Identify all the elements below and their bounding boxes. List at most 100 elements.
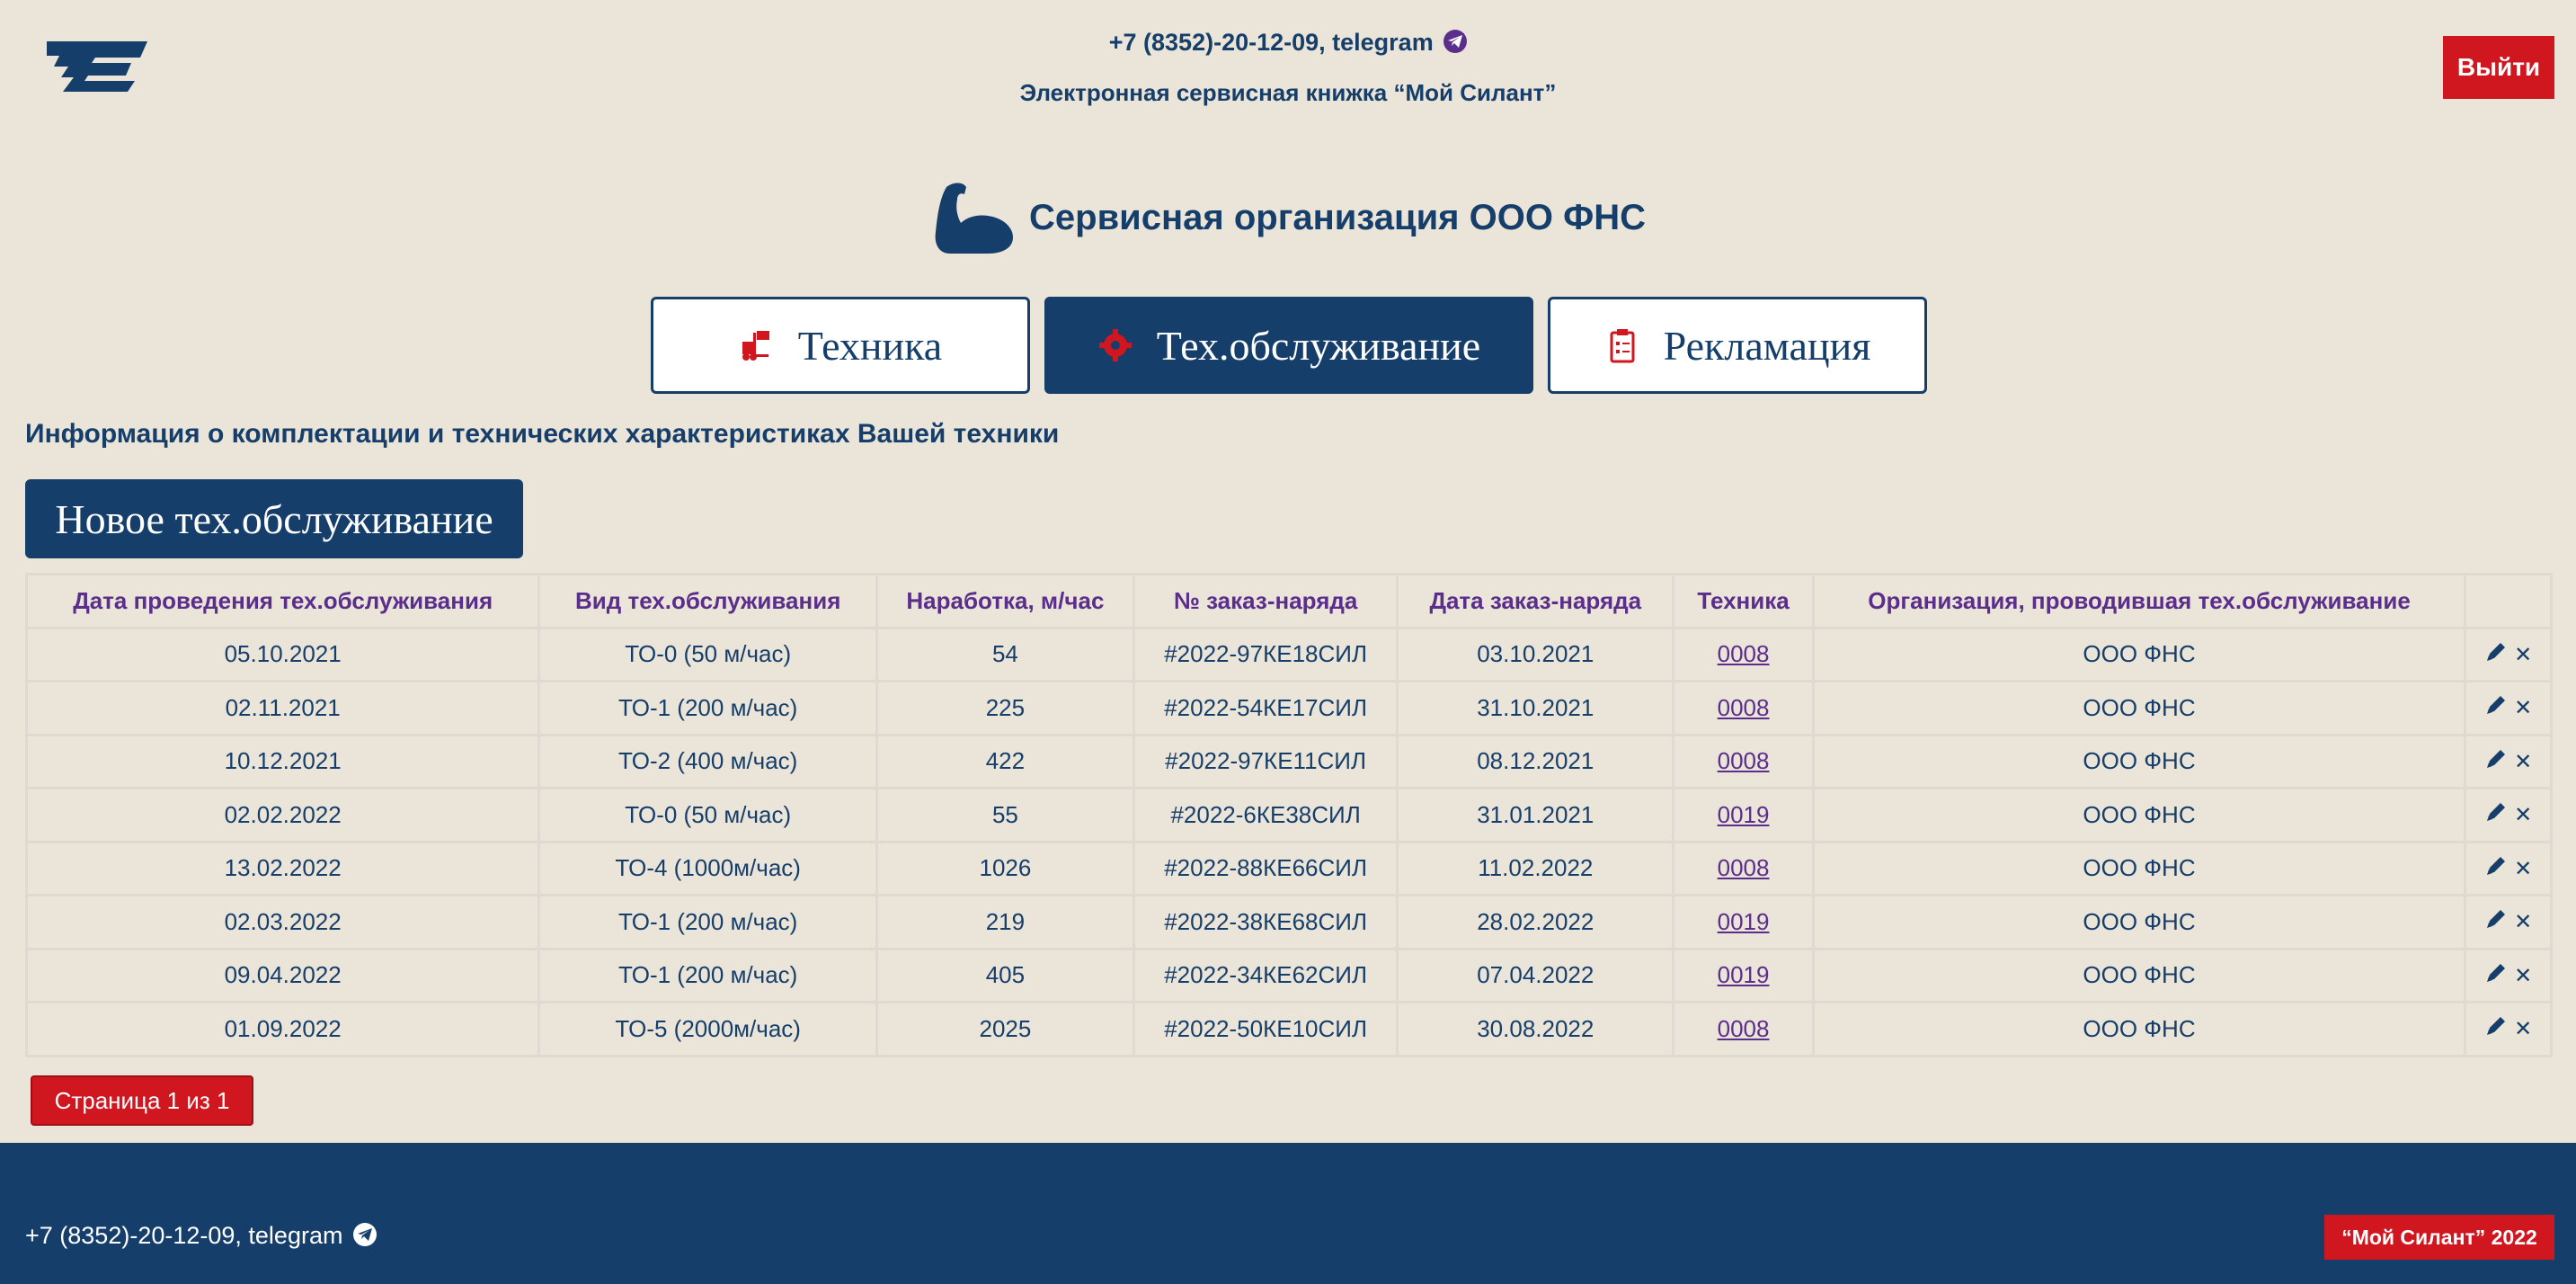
table-cell: ТО-1 (200 м/час) (537, 894, 879, 950)
logout-button[interactable]: Выйти (2443, 36, 2554, 99)
table-cell: ООО ФНС (1811, 733, 2467, 789)
table-row[interactable]: 02.11.2021 ТО-1 (200 м/час) 225 #2022-54КЕ1… (24, 680, 2553, 736)
table-cell: ТО-0 (50 м/час) (537, 787, 879, 843)
column-header[interactable]: Дата заказ-наряда (1396, 573, 1675, 629)
org-title-text: Сервисная организация ООО ФНС (1029, 197, 1646, 237)
table-row[interactable]: 05.10.2021 ТО-0 (50 м/час) 54 #2022-97КЕ18С… (24, 626, 2553, 682)
header-contacts: +7 (8352)-20-12-09, telegram (0, 29, 2576, 57)
machine-cell: 0008 (1672, 680, 1815, 736)
pencil-icon[interactable] (2484, 800, 2508, 830)
table-cell: 405 (875, 947, 1135, 1003)
table-row[interactable]: 02.02.2022 ТО-0 (50 м/час) 55 #2022-6КЕ38СИ… (24, 787, 2553, 843)
tab-maintenance[interactable]: Тех.обслуживание (1044, 297, 1533, 394)
tab-label: Рекламация (1663, 322, 1871, 369)
machine-link[interactable]: 0019 (1718, 961, 1770, 988)
table-cell: ООО ФНС (1811, 947, 2467, 1003)
telegram-icon[interactable] (1443, 30, 1468, 53)
tab-technika[interactable]: Техника (651, 297, 1030, 394)
org-title: Сервисная организация ООО ФНС (0, 180, 2576, 255)
delete-icon[interactable]: ✕ (2514, 695, 2532, 721)
column-header[interactable]: Наработка, м/час (875, 573, 1135, 629)
table-cell: #2022-6КЕ38СИЛ (1132, 787, 1399, 843)
actions-cell: ✕ (2464, 680, 2553, 736)
table-cell: ТО-4 (1000м/час) (537, 840, 879, 896)
column-header[interactable]: Организация, проводившая тех.обслуживани… (1811, 573, 2467, 629)
machine-link[interactable]: 0008 (1718, 747, 1770, 774)
header-contacts-text: +7 (8352)-20-12-09, telegram (1108, 29, 1434, 56)
table-row[interactable]: 02.03.2022 ТО-1 (200 м/час) 219 #2022-38КЕ6… (24, 894, 2553, 950)
table-cell: 13.02.2022 (24, 840, 541, 896)
app-subtitle: Электронная сервисная книжка “Мой Силант… (1019, 79, 1557, 106)
pencil-icon[interactable] (2484, 640, 2508, 670)
footer-contacts: +7 (8352)-20-12-09, telegram (25, 1222, 377, 1250)
delete-icon[interactable]: ✕ (2514, 1016, 2532, 1042)
table-cell: 02.03.2022 (24, 894, 541, 950)
table-cell: 225 (875, 680, 1135, 736)
delete-icon[interactable]: ✕ (2514, 909, 2532, 935)
machine-link[interactable]: 0019 (1718, 908, 1770, 935)
machine-cell: 0008 (1672, 733, 1815, 789)
table-cell: #2022-54КЕ17СИЛ (1132, 680, 1399, 736)
table-cell: 54 (875, 626, 1135, 682)
table-cell: ООО ФНС (1811, 626, 2467, 682)
telegram-icon[interactable] (352, 1223, 377, 1246)
table-cell: 02.02.2022 (24, 787, 541, 843)
table-cell: 11.02.2022 (1396, 840, 1675, 896)
tabs: Техника Тех.обслуживание Рекламация (651, 297, 1927, 394)
actions-cell: ✕ (2464, 894, 2553, 950)
delete-icon[interactable]: ✕ (2514, 856, 2532, 882)
machine-link[interactable]: 0008 (1718, 1015, 1770, 1042)
table-row[interactable]: 01.09.2022 ТО-5 (2000м/час) 2025 #2022-50КЕ… (24, 1001, 2553, 1057)
table-row[interactable]: 09.04.2022 ТО-1 (200 м/час) 405 #2022-34КЕ6… (24, 947, 2553, 1003)
footer: +7 (8352)-20-12-09, telegram “Мой Силант… (0, 1143, 2576, 1284)
machine-cell: 0008 (1672, 840, 1815, 896)
machine-cell: 0019 (1672, 787, 1815, 843)
table-cell: 2025 (875, 1001, 1135, 1057)
table-body: 05.10.2021 ТО-0 (50 м/час) 54 #2022-97КЕ18С… (24, 626, 2553, 1057)
tab-reclamation[interactable]: Рекламация (1548, 297, 1927, 394)
delete-icon[interactable]: ✕ (2514, 642, 2532, 668)
table-cell: 10.12.2021 (24, 733, 541, 789)
actions-cell: ✕ (2464, 840, 2553, 896)
table-cell: 05.10.2021 (24, 626, 541, 682)
machine-link[interactable]: 0008 (1718, 694, 1770, 721)
table-cell: 09.04.2022 (24, 947, 541, 1003)
pencil-icon[interactable] (2484, 961, 2508, 991)
flexed-arm-icon (935, 183, 1013, 254)
table-cell: 08.12.2021 (1396, 733, 1675, 789)
machine-cell: 0019 (1672, 947, 1815, 1003)
gear-icon (1098, 329, 1132, 361)
delete-icon[interactable]: ✕ (2514, 802, 2532, 828)
delete-icon[interactable]: ✕ (2514, 749, 2532, 775)
table-cell: 55 (875, 787, 1135, 843)
table-cell: 03.10.2021 (1396, 626, 1675, 682)
footer-badge: “Мой Силант” 2022 (2324, 1215, 2554, 1260)
table-header-row: Дата проведения тех.обслуживания Вид тех… (24, 573, 2553, 629)
machine-cell: 0019 (1672, 894, 1815, 950)
pencil-icon[interactable] (2484, 907, 2508, 937)
table-cell: ООО ФНС (1811, 840, 2467, 896)
table-cell: #2022-38КЕ68СИЛ (1132, 894, 1399, 950)
table-cell: 01.09.2022 (24, 1001, 541, 1057)
info-heading: Информация о комплектации и технических … (25, 419, 1060, 449)
machine-link[interactable]: 0008 (1718, 640, 1770, 667)
delete-icon[interactable]: ✕ (2514, 963, 2532, 989)
table-row[interactable]: 10.12.2021 ТО-2 (400 м/час) 422 #2022-97КЕ1… (24, 733, 2553, 789)
pagination-button[interactable]: Страница 1 из 1 (31, 1075, 253, 1126)
column-header[interactable]: Техника (1672, 573, 1815, 629)
pencil-icon[interactable] (2484, 747, 2508, 777)
table-cell: 07.04.2022 (1396, 947, 1675, 1003)
pencil-icon[interactable] (2484, 693, 2508, 723)
column-header[interactable]: Вид тех.обслуживания (537, 573, 879, 629)
new-maintenance-button[interactable]: Новое тех.обслуживание (25, 479, 523, 558)
table-cell: 28.02.2022 (1396, 894, 1675, 950)
table-row[interactable]: 13.02.2022 ТО-4 (1000м/час) 1026 #2022-88КЕ… (24, 840, 2553, 896)
machine-cell: 0008 (1672, 1001, 1815, 1057)
column-header[interactable]: № заказ-наряда (1132, 573, 1399, 629)
pencil-icon[interactable] (2484, 854, 2508, 884)
machine-link[interactable]: 0019 (1718, 801, 1770, 828)
machine-link[interactable]: 0008 (1718, 854, 1770, 881)
pencil-icon[interactable] (2484, 1014, 2508, 1044)
header: +7 (8352)-20-12-09, telegram Электронная… (0, 0, 2576, 171)
column-header[interactable]: Дата проведения тех.обслуживания (24, 573, 541, 629)
